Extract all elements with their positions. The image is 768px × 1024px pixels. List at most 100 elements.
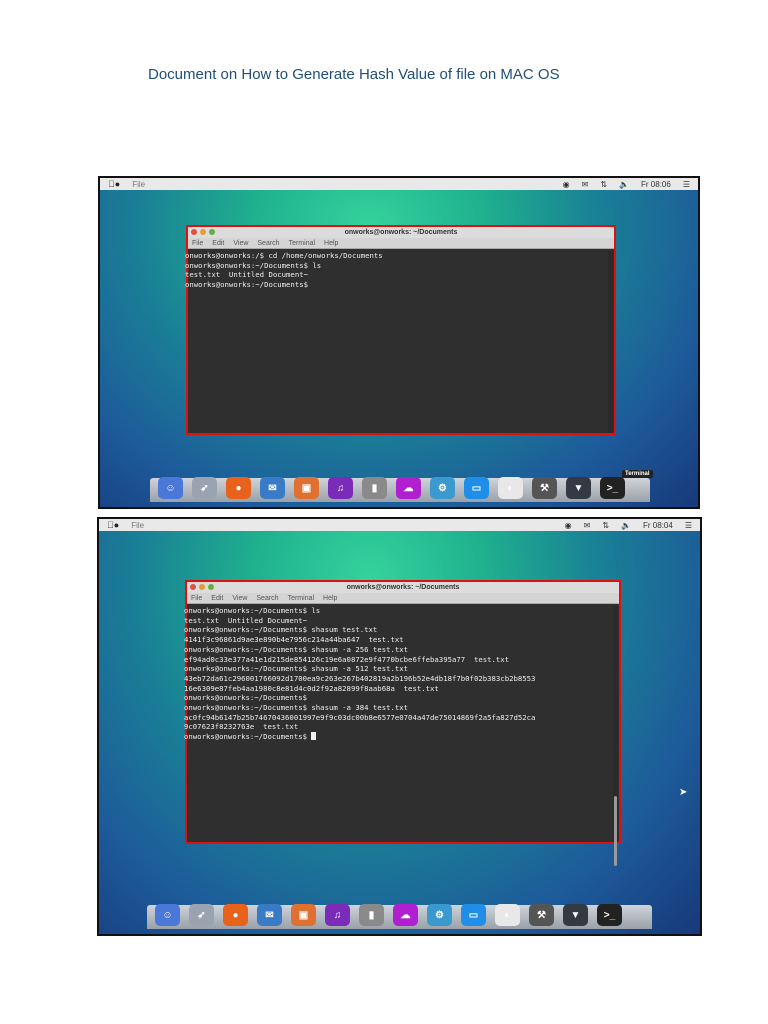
terminal-menu-file[interactable]: File bbox=[192, 240, 203, 247]
menu-bar: ● File ◉ ✉ ⇅ 🔈 Fr 08:04 ☰ bbox=[99, 519, 700, 531]
dock-glyph: ➶ bbox=[197, 909, 206, 921]
menu-list-icon[interactable]: ☰ bbox=[683, 180, 690, 189]
contacts-icon[interactable]: ▮ bbox=[359, 904, 384, 926]
cloud-icon[interactable]: ☁ bbox=[393, 904, 418, 926]
terminal-line: onworks@onworks:~/Documents$ ls bbox=[184, 606, 321, 615]
dock-glyph: >_ bbox=[606, 482, 619, 494]
dock-glyph: ⚒ bbox=[540, 482, 549, 494]
thunderbird-icon[interactable]: ✉ bbox=[260, 477, 285, 499]
status-icon[interactable]: ◉ bbox=[563, 180, 570, 189]
settings-toggle-icon[interactable]: ◐ bbox=[498, 477, 523, 499]
firefox-icon[interactable]: ● bbox=[223, 904, 248, 926]
settings-toggle-icon[interactable]: ◐ bbox=[495, 904, 520, 926]
terminal-output[interactable]: onworks@onworks:~/Documents$ ls test.txt … bbox=[184, 606, 613, 842]
trash-icon[interactable]: ▼ bbox=[563, 904, 588, 926]
minimize-icon[interactable] bbox=[200, 229, 206, 235]
terminal-icon[interactable]: >_ bbox=[600, 477, 625, 499]
terminal-menu-search[interactable]: Search bbox=[257, 240, 279, 247]
scrollbar[interactable] bbox=[613, 606, 618, 866]
terminal-line: 16e6309e87feb4aa1980c8e81d4c0d2f92a82899… bbox=[184, 683, 439, 693]
mail-icon[interactable]: ✉ bbox=[584, 521, 591, 530]
terminal-menu-view[interactable]: View bbox=[232, 595, 247, 602]
dock-tooltip: Terminal bbox=[622, 470, 653, 478]
terminal-icon[interactable]: >_ bbox=[597, 904, 622, 926]
launchpad-icon[interactable]: ➶ bbox=[189, 904, 214, 926]
software-icon[interactable]: ⚙ bbox=[430, 477, 455, 499]
files-icon[interactable]: ▣ bbox=[291, 904, 316, 926]
apple-icon[interactable]: ● bbox=[108, 179, 120, 189]
dock-glyph: ⚙ bbox=[438, 482, 447, 494]
terminal-menu-view[interactable]: View bbox=[233, 240, 248, 247]
music-icon[interactable]: ♫ bbox=[325, 904, 350, 926]
thunderbird-icon[interactable]: ✉ bbox=[257, 904, 282, 926]
trash-icon[interactable]: ▼ bbox=[566, 477, 591, 499]
terminal-menu-search[interactable]: Search bbox=[256, 595, 278, 602]
scrollbar[interactable] bbox=[608, 251, 613, 433]
dock-glyph: >_ bbox=[603, 909, 616, 921]
terminal-line: 9c07623f8232763e test.txt bbox=[184, 722, 299, 732]
system-tool-icon[interactable]: ⚒ bbox=[529, 904, 554, 926]
terminal-window[interactable]: onworks@onworks: ~/Documents File Edit Vie… bbox=[184, 580, 621, 866]
clock[interactable]: Fr 08:06 bbox=[641, 180, 671, 189]
terminal-menu-terminal[interactable]: Terminal bbox=[289, 240, 315, 247]
menu-bar: ● File ◉ ✉ ⇅ 🔈 Fr 08:06 ☰ bbox=[100, 178, 698, 190]
dock-glyph: ▼ bbox=[573, 482, 584, 494]
firefox-icon[interactable]: ● bbox=[226, 477, 251, 499]
clock[interactable]: Fr 08:04 bbox=[643, 521, 673, 530]
terminal-menu-edit[interactable]: Edit bbox=[211, 595, 223, 602]
maximize-icon[interactable] bbox=[208, 584, 214, 590]
system-tool-icon[interactable]: ⚒ bbox=[532, 477, 557, 499]
terminal-menu-file[interactable]: File bbox=[191, 595, 202, 602]
contacts-icon[interactable]: ▮ bbox=[362, 477, 387, 499]
terminal-line: onworks@onworks:~/Documents$ ls bbox=[185, 260, 322, 270]
network-icon[interactable]: ⇅ bbox=[600, 180, 607, 189]
display-icon[interactable]: ▭ bbox=[464, 477, 489, 499]
menu-app[interactable]: File bbox=[131, 521, 144, 530]
dock-glyph: ▮ bbox=[371, 482, 378, 494]
music-icon[interactable]: ♫ bbox=[328, 477, 353, 499]
terminal-titlebar[interactable]: onworks@onworks: ~/Documents bbox=[187, 582, 619, 593]
dock-glyph: ✉ bbox=[268, 482, 277, 494]
dock: ☺ ➶ ● ✉ ▣ ♫ ▮ ☁ ⚙ ▭ ◐ ⚒ ▼ >_ bbox=[150, 477, 650, 502]
menu-list-icon[interactable]: ☰ bbox=[685, 521, 692, 530]
volume-icon[interactable]: 🔈 bbox=[621, 521, 631, 530]
text-cursor bbox=[311, 732, 317, 741]
terminal-line: test.txt Untitled Document~ bbox=[184, 615, 308, 625]
launchpad-icon[interactable]: ➶ bbox=[192, 477, 217, 499]
minimize-icon[interactable] bbox=[199, 584, 205, 590]
terminal-line: onworks@onworks:~/Documents$ bbox=[184, 732, 613, 742]
volume-icon[interactable]: 🔈 bbox=[619, 180, 629, 189]
mail-icon[interactable]: ✉ bbox=[582, 180, 589, 189]
display-icon[interactable]: ▭ bbox=[461, 904, 486, 926]
dock-glyph: ▮ bbox=[368, 909, 375, 921]
cloud-icon[interactable]: ☁ bbox=[396, 477, 421, 499]
close-icon[interactable] bbox=[190, 584, 196, 590]
terminal-line: 4141f3c96861d9ae3e890b4e7956c214a44ba647… bbox=[184, 635, 404, 645]
apple-icon[interactable]: ● bbox=[107, 520, 119, 530]
dock-glyph: ▼ bbox=[570, 909, 581, 921]
close-icon[interactable] bbox=[191, 229, 197, 235]
dock-glyph: ☁ bbox=[403, 482, 414, 494]
software-icon[interactable]: ⚙ bbox=[427, 904, 452, 926]
maximize-icon[interactable] bbox=[209, 229, 215, 235]
document-title: Document on How to Generate Hash Value o… bbox=[148, 66, 560, 83]
terminal-menu-edit[interactable]: Edit bbox=[212, 240, 224, 247]
finder-icon[interactable]: ☺ bbox=[155, 904, 180, 926]
terminal-titlebar[interactable]: onworks@onworks: ~/Documents bbox=[188, 227, 614, 238]
network-icon[interactable]: ⇅ bbox=[602, 521, 609, 530]
terminal-window[interactable]: onworks@onworks: ~/Documents File Edit Vie… bbox=[185, 225, 616, 435]
files-icon[interactable]: ▣ bbox=[294, 477, 319, 499]
terminal-menu-help[interactable]: Help bbox=[323, 595, 337, 602]
dock-glyph: ☺ bbox=[165, 482, 176, 494]
dock-glyph: ⚒ bbox=[537, 909, 546, 921]
menu-app[interactable]: File bbox=[132, 180, 145, 189]
dock-glyph: ♫ bbox=[336, 482, 345, 494]
dock-glyph: ⚙ bbox=[435, 909, 444, 921]
terminal-line: ac0fc94b6147b25b74670436001997e9f9c03dc0… bbox=[184, 712, 536, 722]
terminal-menu-terminal[interactable]: Terminal bbox=[288, 595, 314, 602]
terminal-menu-help[interactable]: Help bbox=[324, 240, 338, 247]
finder-icon[interactable]: ☺ bbox=[158, 477, 183, 499]
dock-glyph: ☺ bbox=[162, 909, 173, 921]
terminal-output[interactable]: onworks@onworks:/$ cd /home/onworks/Docu… bbox=[185, 251, 608, 433]
status-icon[interactable]: ◉ bbox=[565, 521, 572, 530]
